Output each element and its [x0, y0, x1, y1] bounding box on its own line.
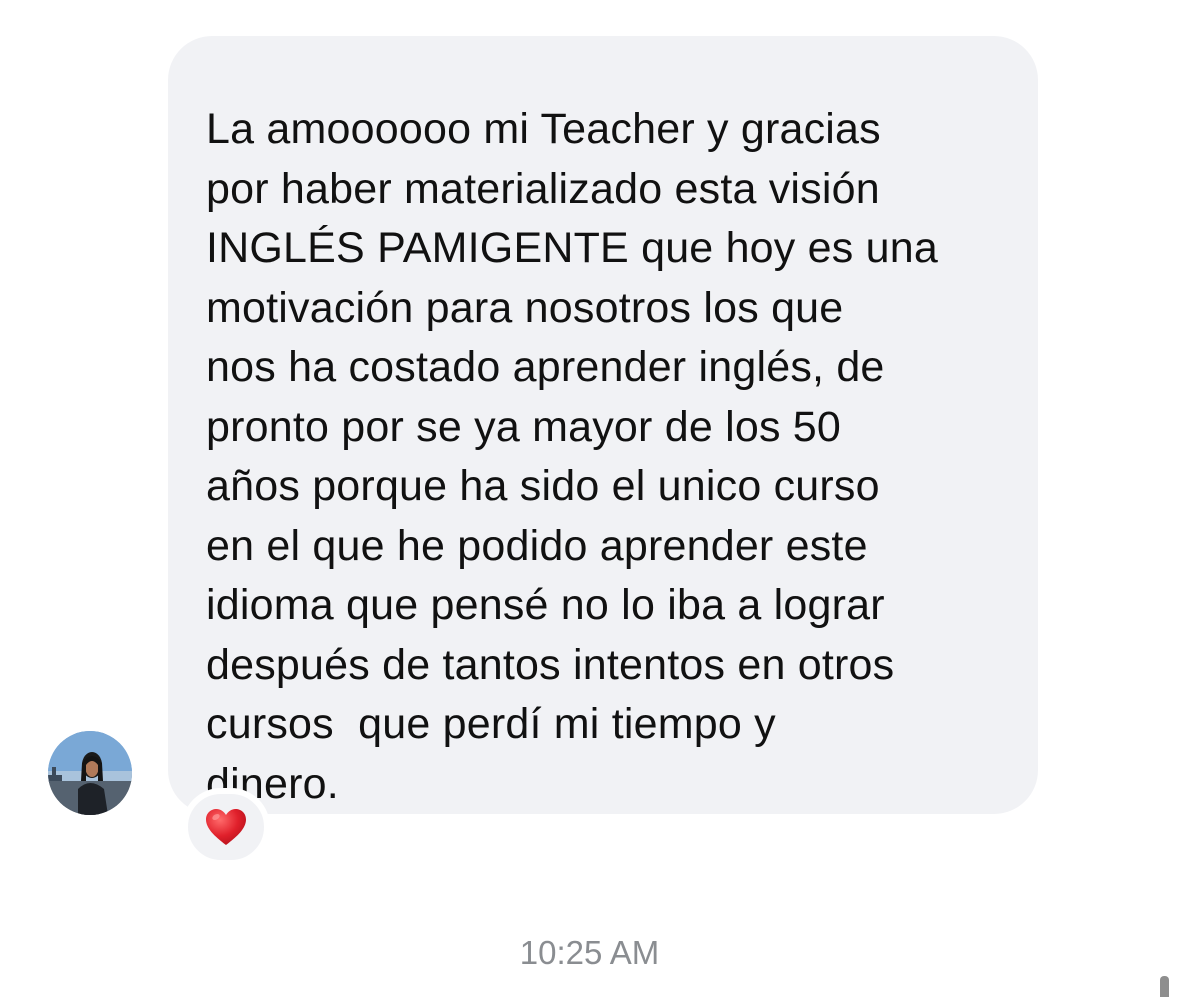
- profile-photo-icon: [48, 731, 132, 815]
- scrollbar-thumb[interactable]: [1160, 976, 1169, 997]
- red-heart-icon: [206, 809, 246, 845]
- message-text: La amoooooo mi Teacher y gracias por hab…: [206, 105, 938, 808]
- sender-avatar[interactable]: [48, 731, 132, 815]
- message-bubble[interactable]: La amoooooo mi Teacher y gracias por hab…: [168, 36, 1038, 814]
- message-timestamp: 10:25 AM: [519, 934, 660, 971]
- message-reaction[interactable]: [182, 788, 270, 866]
- message-thread: La amoooooo mi Teacher y gracias por hab…: [0, 0, 1179, 997]
